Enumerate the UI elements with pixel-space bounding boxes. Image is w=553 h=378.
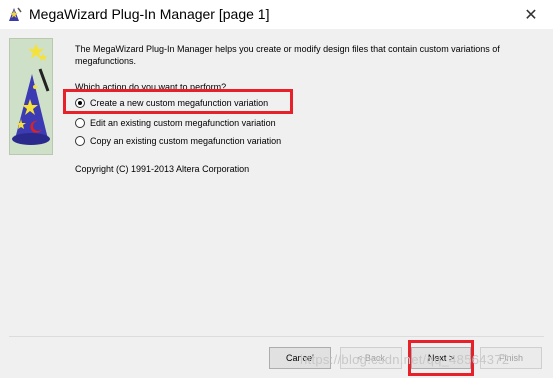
intro-text: The MegaWizard Plug-In Manager helps you… [75,44,500,66]
copyright-text: Copyright (C) 1991-2013 Altera Corporati… [75,164,250,174]
footer-divider [9,336,544,337]
window-title: MegaWizard Plug-In Manager [page 1] [29,6,270,22]
option-label-copy-existing: Copy an existing custom megafunction var… [90,136,282,146]
highlight-box-create-option [63,89,293,114]
dialog-window: MegaWizard Plug-In Manager [page 1] ✕ Th… [0,0,553,378]
option-label-edit-existing: Edit an existing custom megafunction var… [90,118,276,128]
wizard-app-icon [6,6,22,22]
radio-copy-existing[interactable] [75,136,85,146]
option-edit-existing[interactable]: Edit an existing custom megafunction var… [75,115,276,131]
title-bar: MegaWizard Plug-In Manager [page 1] ✕ [0,0,553,30]
wizard-hat-wand-icon [9,38,53,155]
watermark-text: https://blog.csdn.net/qq_48564372 [300,352,510,367]
close-icon[interactable]: ✕ [517,3,545,27]
radio-edit-existing[interactable] [75,118,85,128]
option-copy-existing[interactable]: Copy an existing custom megafunction var… [75,133,281,149]
